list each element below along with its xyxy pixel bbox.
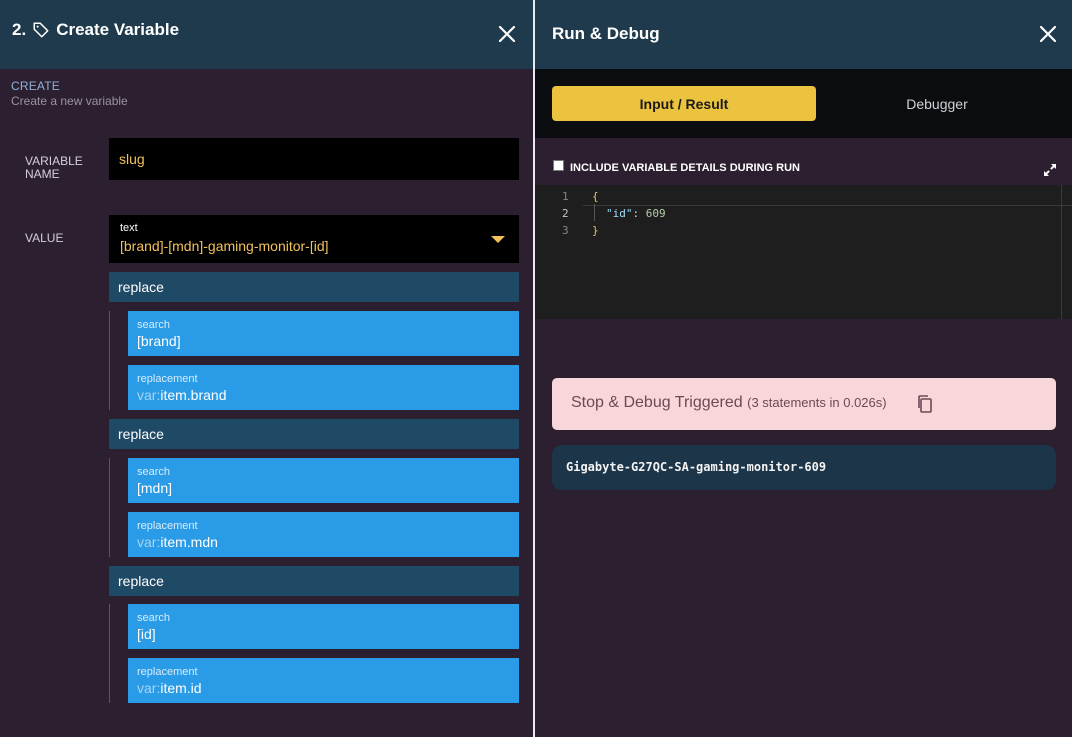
replacement-value: var:item.id <box>137 680 202 696</box>
json-editor[interactable]: 1 2 3 { "id": 609 } <box>535 185 1072 319</box>
include-details-label: INCLUDE VARIABLE DETAILS DURING RUN <box>570 162 800 174</box>
replacement-prefix: var: <box>137 534 161 550</box>
line-number: 1 <box>562 190 569 203</box>
alert-detail: (3 statements in 0.026s) <box>747 395 887 410</box>
json-colon: : <box>632 207 646 220</box>
json-value: 609 <box>645 207 666 220</box>
search-field[interactable]: search [id] <box>128 604 519 649</box>
options-bar: INCLUDE VARIABLE DETAILS DURING RUN <box>535 138 1072 185</box>
run-debug-header: Run & Debug <box>535 0 1072 69</box>
search-field[interactable]: search [mdn] <box>128 458 519 503</box>
tag-icon <box>33 22 49 38</box>
section-subtitle: Create a new variable <box>11 94 128 108</box>
replacement-label: replacement <box>137 666 198 678</box>
search-value: [mdn] <box>137 480 173 496</box>
value-type: text <box>120 222 138 234</box>
replacement-value: var:item.mdn <box>137 534 218 550</box>
search-value: [id] <box>137 626 156 642</box>
replacement-prefix: var: <box>137 387 161 403</box>
replacement-var: item.mdn <box>160 534 218 550</box>
value-label: VALUE <box>25 231 64 245</box>
alert-text: Stop & Debug Triggered (3 statements in … <box>571 394 887 412</box>
close-brace: } <box>592 224 599 237</box>
result-output: Gigabyte-G27QC-SA-gaming-monitor-609 <box>552 445 1056 490</box>
copy-icon[interactable] <box>916 394 934 414</box>
replacement-prefix: var: <box>137 680 161 696</box>
alert-main: Stop & Debug Triggered <box>571 394 743 411</box>
replacement-field[interactable]: replacement var:item.mdn <box>128 512 519 557</box>
operation-guide-line <box>109 311 110 410</box>
line-number: 3 <box>562 224 569 237</box>
value-select[interactable]: text [brand]-[mdn]-gaming-monitor-[id] <box>109 215 519 263</box>
tab-bar: Input / Result Debugger <box>535 69 1072 138</box>
open-brace: { <box>592 190 599 203</box>
operation-guide-line <box>109 458 110 557</box>
code-line: "id": 609 <box>606 207 666 220</box>
replace-operation-header[interactable]: replace <box>109 419 519 449</box>
line-number: 2 <box>562 207 569 220</box>
replacement-label: replacement <box>137 520 198 532</box>
create-variable-panel: 2. Create Variable CREATE Create a new v… <box>0 0 533 737</box>
run-debug-title: Run & Debug <box>552 24 660 43</box>
replacement-field[interactable]: replacement var:item.brand <box>128 365 519 410</box>
indent-guide <box>594 204 595 221</box>
json-key: "id" <box>606 207 633 220</box>
caret-down-icon[interactable] <box>491 236 505 243</box>
replacement-label: replacement <box>137 373 198 385</box>
replacement-field[interactable]: replacement var:item.id <box>128 658 519 703</box>
expand-icon[interactable] <box>1043 163 1057 177</box>
tab-input-result[interactable]: Input / Result <box>552 86 816 121</box>
replacement-var: item.id <box>160 680 202 696</box>
variable-name-input[interactable] <box>109 138 519 180</box>
search-label: search <box>137 466 171 478</box>
tab-debugger[interactable]: Debugger <box>805 86 1069 121</box>
search-field[interactable]: search [brand] <box>128 311 519 356</box>
variable-name-label: VARIABLE NAME <box>25 154 83 181</box>
replace-operation-header[interactable]: replace <box>109 566 519 596</box>
create-variable-title: Create Variable <box>56 20 180 39</box>
section-label: CREATE <box>11 79 60 93</box>
replace-operation-header[interactable]: replace <box>109 272 519 302</box>
value-text: [brand]-[mdn]-gaming-monitor-[id] <box>120 238 329 254</box>
search-label: search <box>137 612 171 624</box>
current-line-highlight <box>583 205 1072 206</box>
replacement-value: var:item.brand <box>137 387 227 403</box>
operation-guide-line <box>109 604 110 703</box>
editor-scrollbar-track[interactable] <box>1061 185 1062 319</box>
code-line: } <box>592 224 599 237</box>
create-variable-header: 2. Create Variable <box>0 0 533 69</box>
replacement-var: item.brand <box>160 387 227 403</box>
close-icon[interactable] <box>1037 23 1059 45</box>
include-details-checkbox[interactable] <box>553 160 564 171</box>
search-value: [brand] <box>137 333 181 349</box>
debug-alert: Stop & Debug Triggered (3 statements in … <box>552 378 1056 430</box>
code-line: { <box>592 190 599 203</box>
step-number: 2. <box>12 20 27 39</box>
run-debug-panel: Run & Debug Input / Result Debugger INCL… <box>535 0 1072 737</box>
close-icon[interactable] <box>496 23 518 45</box>
panel-title: 2. Create Variable <box>12 20 179 40</box>
search-label: search <box>137 319 171 331</box>
